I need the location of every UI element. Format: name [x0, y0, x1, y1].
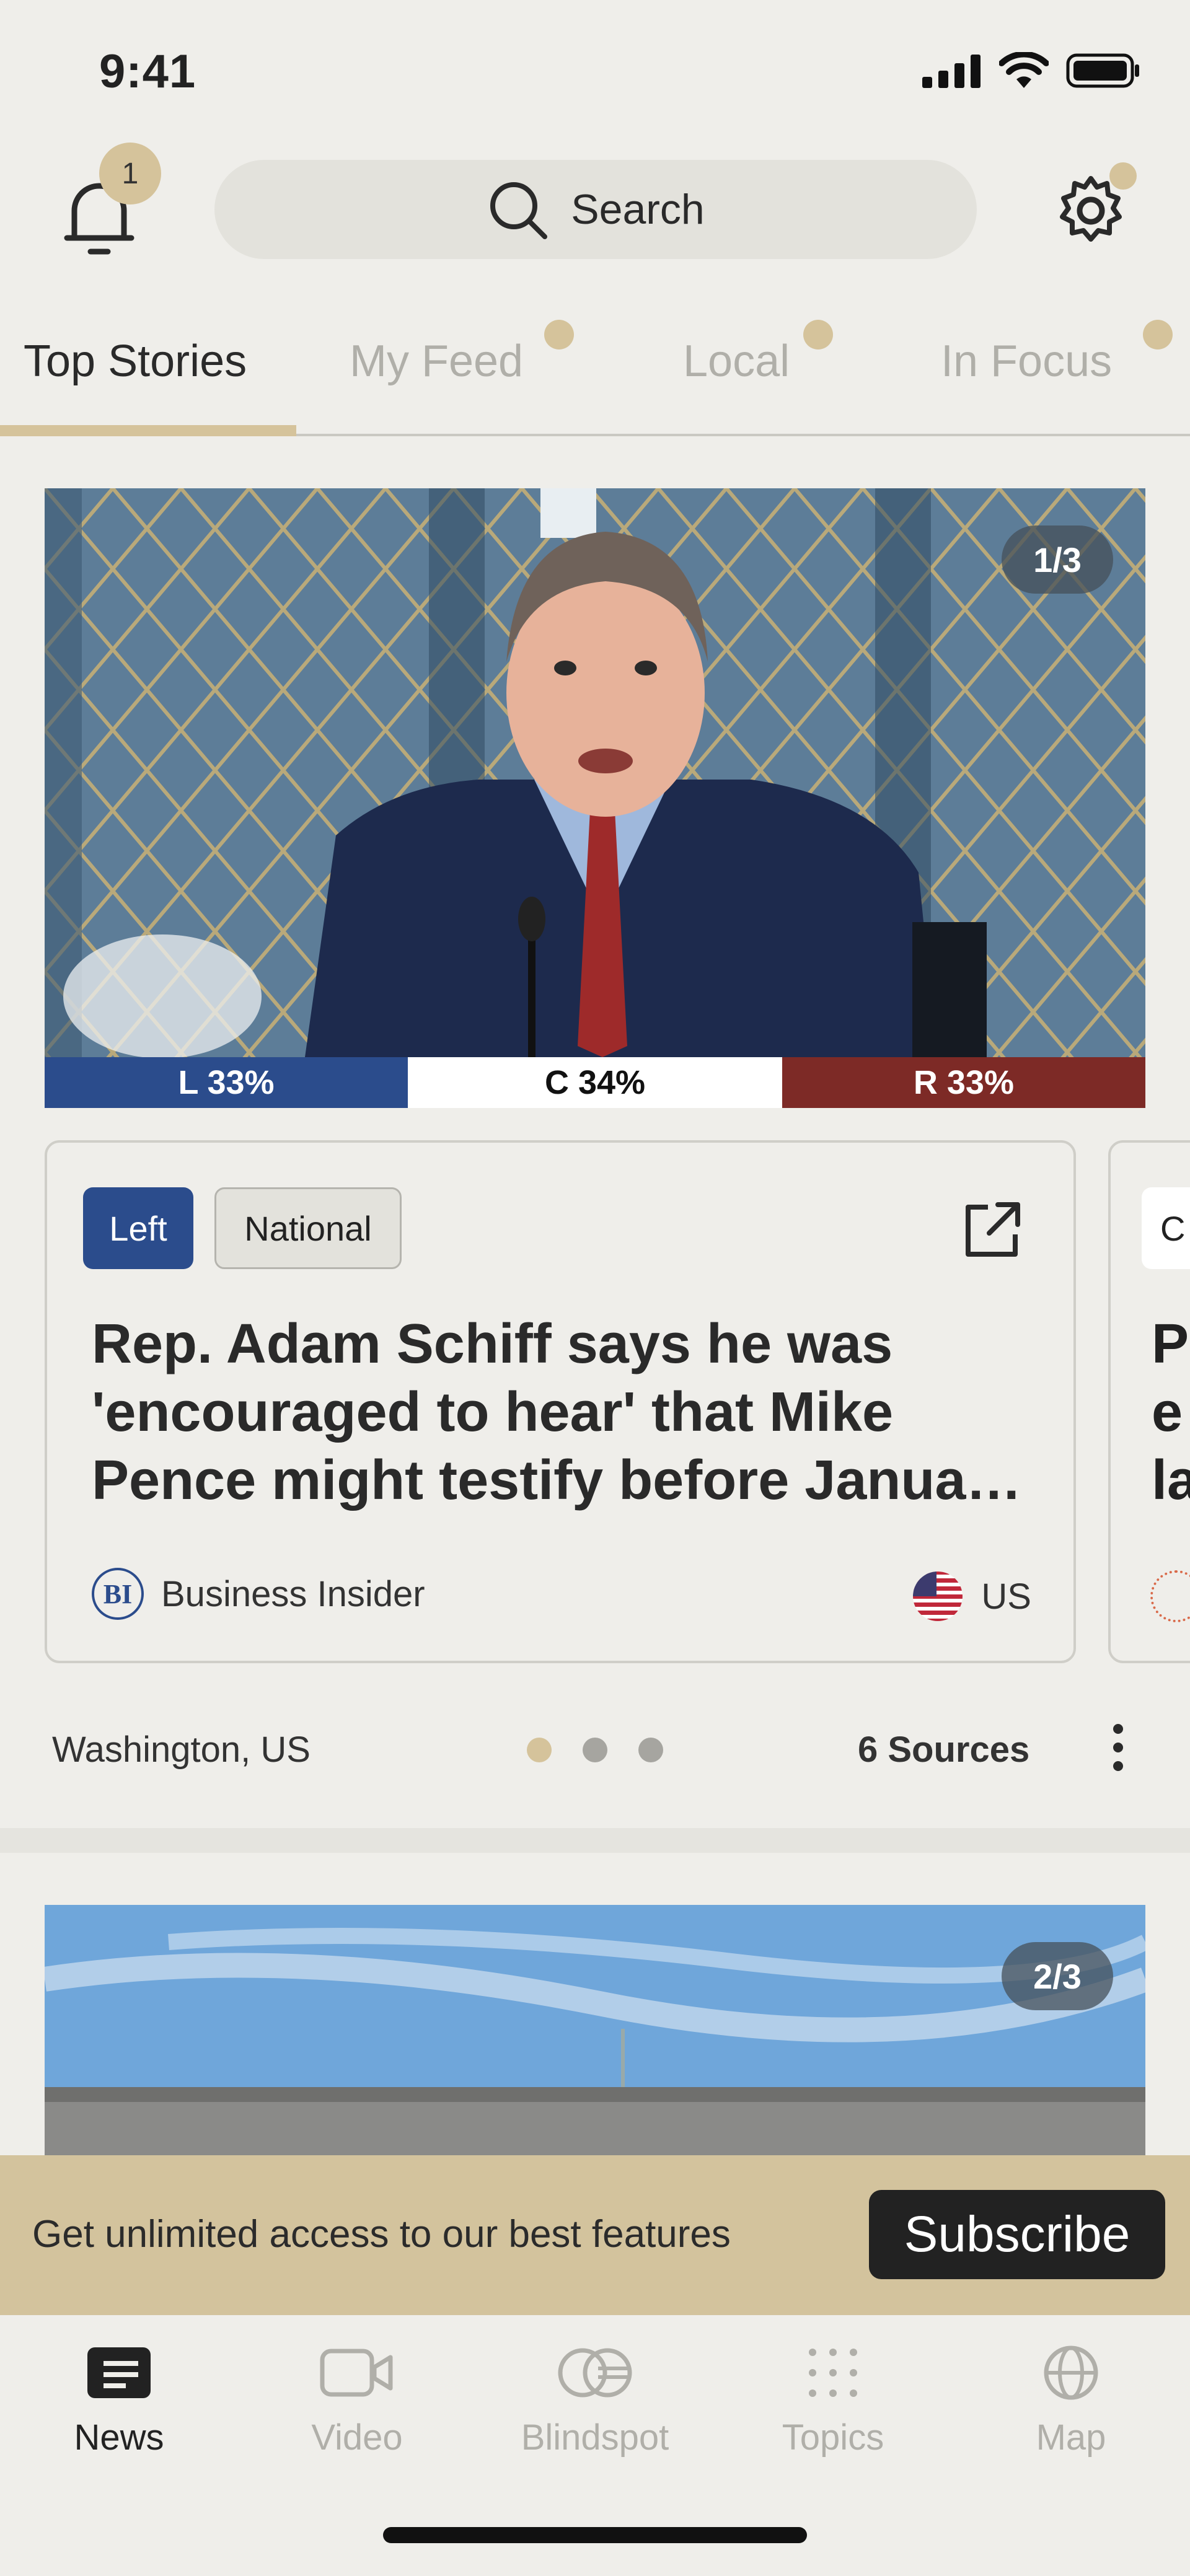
story-separator: [0, 1828, 1190, 1853]
peek-source-logo: [1150, 1570, 1190, 1622]
banner-text: Get unlimited access to our best feature…: [32, 2213, 731, 2256]
tab-top-stories[interactable]: Top Stories: [24, 336, 247, 387]
pager-dot[interactable]: [638, 1738, 663, 1762]
story-headline[interactable]: Rep. Adam Schiff says he was 'encouraged…: [92, 1310, 1034, 1514]
external-link-icon[interactable]: [961, 1200, 1023, 1262]
nav-video-label: Video: [311, 2417, 403, 2458]
tab-local-dot: [803, 320, 833, 349]
subscribe-button[interactable]: Subscribe: [869, 2190, 1165, 2279]
story-source[interactable]: BI Business Insider: [92, 1568, 425, 1620]
story-image-2[interactable]: 2/3: [45, 1905, 1145, 2155]
bias-tag[interactable]: Left: [83, 1187, 193, 1269]
us-flag-icon: [913, 1572, 963, 1621]
topics-icon: [809, 2349, 857, 2397]
status-bar: 9:41: [0, 0, 1190, 136]
search-bar[interactable]: Search: [214, 160, 977, 259]
battery-icon: [1066, 53, 1139, 88]
source-logo: BI: [92, 1568, 144, 1620]
story-location: Washington, US: [52, 1730, 311, 1770]
story-pager-badge: 1/3: [1002, 525, 1113, 594]
search-label: Search: [571, 186, 705, 233]
tab-my-feed-dot: [544, 320, 574, 349]
tab-my-feed[interactable]: My Feed: [350, 336, 523, 387]
nav-news-label: News: [74, 2417, 164, 2458]
nav-topics-label: Topics: [782, 2417, 884, 2458]
nav-topics[interactable]: Topics: [714, 2345, 952, 2458]
pager-dot-active[interactable]: [527, 1738, 552, 1762]
story-image[interactable]: 1/3: [45, 488, 1145, 1057]
tab-in-focus-dot: [1143, 320, 1173, 349]
bias-left-segment: L 33%: [45, 1057, 408, 1108]
country-label: US: [981, 1576, 1031, 1617]
feed-tabs: Top Stories My Feed Local In Focus: [0, 310, 1190, 436]
nav-map[interactable]: Map: [952, 2345, 1190, 2458]
scope-tag[interactable]: National: [214, 1187, 402, 1269]
story-country: US: [912, 1570, 1031, 1622]
nav-video[interactable]: Video: [238, 2345, 476, 2458]
subscribe-banner: Get unlimited access to our best feature…: [0, 2155, 1190, 2315]
more-options-icon[interactable]: [1106, 1723, 1130, 1772]
status-icons: [922, 52, 1140, 89]
settings-badge-dot: [1109, 162, 1137, 190]
bias-right-segment: R 33%: [782, 1057, 1145, 1108]
next-story-card-peek[interactable]: C P e la: [1108, 1140, 1190, 1663]
news-icon: [87, 2347, 151, 2398]
signal-icon: [922, 55, 981, 88]
nav-blindspot[interactable]: Blindspot: [476, 2345, 714, 2458]
globe-icon: [1044, 2345, 1098, 2400]
notification-badge: 1: [99, 143, 161, 204]
tab-in-focus[interactable]: In Focus: [941, 336, 1112, 387]
video-icon: [320, 2349, 393, 2397]
nav-map-label: Map: [1036, 2417, 1106, 2458]
sources-count[interactable]: 6 Sources: [858, 1729, 1029, 1770]
wifi-icon: [999, 52, 1049, 88]
active-tab-indicator: [0, 425, 296, 436]
pager-dot[interactable]: [583, 1738, 607, 1762]
status-time: 9:41: [99, 45, 196, 98]
home-indicator[interactable]: [383, 2527, 807, 2543]
search-icon: [490, 182, 548, 239]
story-photo-2: [45, 1905, 1145, 2155]
story-photo: [45, 488, 1145, 1057]
tab-local[interactable]: Local: [683, 336, 790, 387]
peek-tag: C: [1142, 1187, 1190, 1269]
story-card[interactable]: Left National Rep. Adam Schiff says he w…: [45, 1140, 1076, 1663]
nav-blindspot-label: Blindspot: [521, 2417, 669, 2458]
source-name: Business Insider: [161, 1573, 425, 1614]
story-footer: Washington, US 6 Sources: [0, 1710, 1190, 1785]
blindspot-icon: [558, 2348, 632, 2398]
bias-center-segment: C 34%: [408, 1057, 782, 1108]
story-pager-badge-2: 2/3: [1002, 1942, 1113, 2010]
nav-news[interactable]: News: [0, 2345, 238, 2458]
bias-distribution-bar: L 33% C 34% R 33%: [45, 1057, 1145, 1108]
peek-headline: P e la: [1152, 1313, 1190, 1511]
